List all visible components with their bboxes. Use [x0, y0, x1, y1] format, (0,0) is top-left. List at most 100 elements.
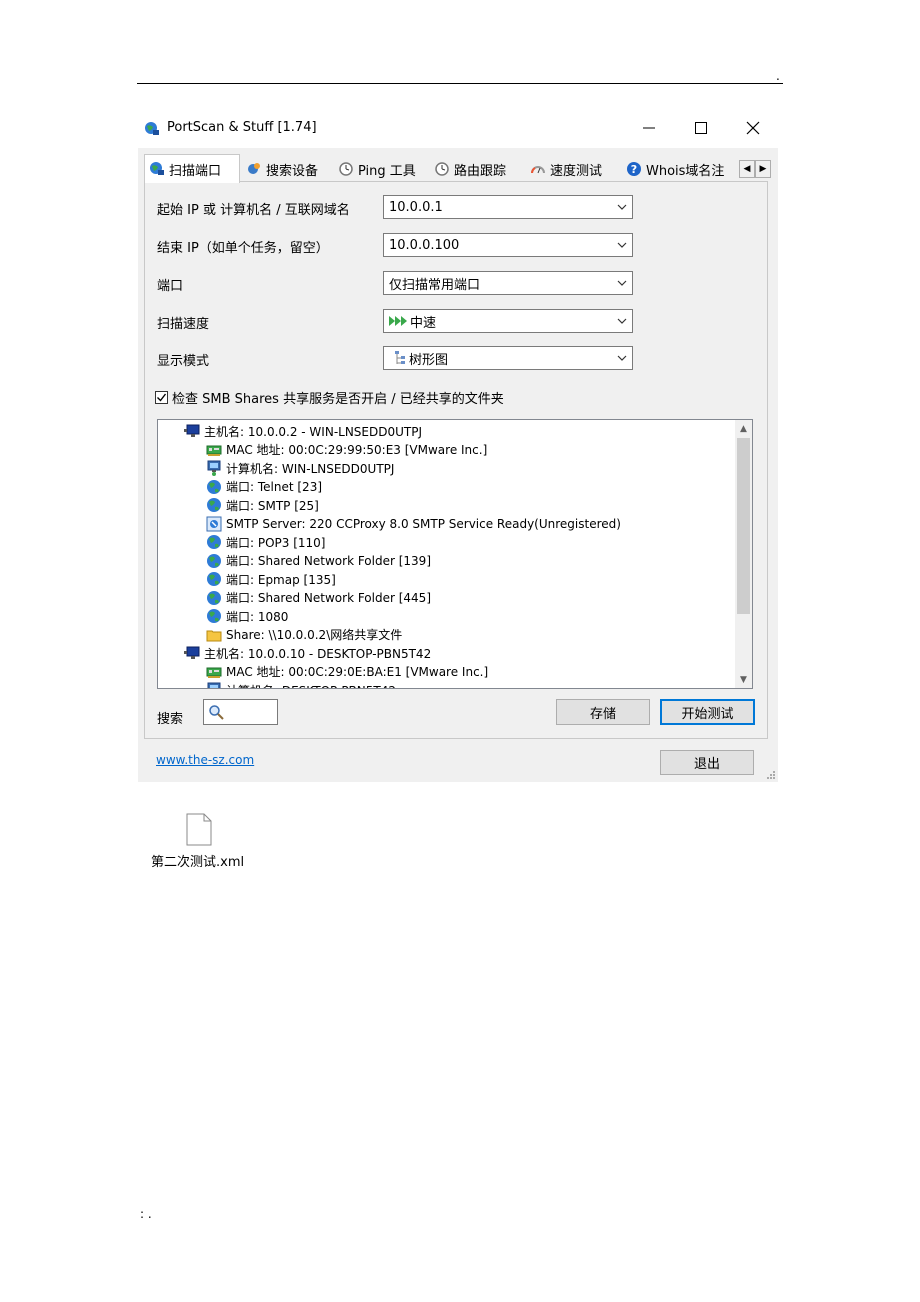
portscan-window: PortScan & Stuff [1.74] 扫描端口 搜索设备 Ping 工… [138, 110, 778, 782]
globe-icon [206, 534, 222, 550]
tree-item[interactable]: 端口: SMTP [25] [206, 496, 319, 514]
tab-label: 路由跟踪 [454, 163, 507, 179]
display-mode-value: 树形图 [409, 352, 449, 368]
tab-label: 速度测试 [550, 163, 603, 179]
chevron-down-icon [612, 309, 632, 333]
page-header-rule [137, 83, 783, 84]
page-footer-dots: : . [140, 1207, 152, 1221]
tree-item[interactable]: 端口: 1080 [206, 607, 288, 625]
tree-item[interactable]: 端口: POP3 [110] [206, 533, 326, 551]
network-globe-icon [150, 162, 164, 175]
tree-view-icon [395, 351, 405, 364]
tree-item-label: 主机名: 10.0.0.2 - WIN-LNSEDD0UTPJ [204, 424, 423, 439]
tab-speed-test[interactable]: 速度测试 [526, 157, 602, 181]
speed-value: 中速 [410, 315, 437, 331]
scroll-down-icon[interactable]: ▼ [735, 671, 752, 688]
tree-item[interactable]: 主机名: 10.0.0.2 - WIN-LNSEDD0UTPJ [184, 422, 422, 440]
end-ip-combo[interactable]: 10.0.0.100 [383, 233, 633, 257]
network-card-icon [206, 664, 222, 680]
tree-item[interactable]: MAC 地址: 00:0C:29:0E:BA:E1 [VMware Inc.] [206, 663, 488, 681]
minimize-button[interactable] [626, 110, 672, 146]
monitor-icon [184, 423, 200, 439]
globe-icon [206, 497, 222, 513]
results-tree[interactable]: 主机名: 10.0.0.2 - WIN-LNSEDD0UTPJ MAC 地址: 0… [157, 419, 753, 689]
scroll-up-icon[interactable]: ▲ [735, 420, 752, 437]
display-mode-combo[interactable]: 树形图 [383, 346, 633, 370]
tab-scroll-right-button[interactable]: ▶ [755, 160, 771, 178]
tree-item-label: 计算机名: WIN-LNSEDD0UTPJ [226, 461, 395, 476]
tab-scan-ports[interactable]: 扫描端口 [144, 154, 240, 183]
port-combo[interactable]: 仅扫描常用端口 [383, 271, 633, 295]
chevron-down-icon [612, 195, 632, 219]
window-title: PortScan & Stuff [1.74] [167, 120, 317, 135]
chevron-down-icon [612, 233, 632, 257]
resize-grip-icon[interactable] [766, 770, 776, 780]
globe-icon [206, 479, 222, 495]
server-info-icon [206, 516, 222, 532]
tree-item[interactable]: SMTP Server: 220 CCProxy 8.0 SMTP Servic… [206, 515, 621, 533]
tree-item[interactable]: 端口: Shared Network Folder [445] [206, 589, 431, 607]
tree-item-label: 计算机名: DESKTOP-PBN5T42 [226, 682, 396, 689]
tree-item-label: MAC 地址: 00:0C:29:99:50:E3 [VMware Inc.] [226, 443, 488, 457]
tree-item[interactable]: 计算机名: WIN-LNSEDD0UTPJ [206, 459, 394, 477]
folder-icon [206, 627, 222, 643]
speed-combo[interactable]: 中速 [383, 309, 633, 333]
smb-check-row[interactable]: 检查 SMB Shares 共享服务是否开启 / 已经共享的文件夹 [155, 388, 504, 407]
globe-icon [206, 553, 222, 569]
start-test-button[interactable]: 开始测试 [660, 699, 755, 725]
trace-route-clock-icon [435, 162, 449, 176]
website-link[interactable]: www.the-sz.com [156, 753, 254, 767]
exit-button[interactable]: 退出 [660, 750, 754, 775]
tree-item-label: 端口: POP3 [110] [226, 535, 326, 550]
tree-item[interactable]: 端口: Shared Network Folder [139] [206, 552, 431, 570]
globe-icon [206, 608, 222, 624]
tab-search-device[interactable]: 搜索设备 [242, 157, 318, 181]
tree-item[interactable]: 计算机名: DESKTOP-PBN5T42 [206, 681, 396, 689]
arrow-left-icon: ◀ [743, 164, 751, 174]
tree-item-label: MAC 地址: 00:0C:29:0E:BA:E1 [VMware Inc.] [226, 665, 489, 679]
tab-label: Whois域名注 [646, 163, 725, 179]
tab-traceroute[interactable]: 路由跟踪 [430, 157, 506, 181]
tree-item[interactable]: Share: \\10.0.0.2\网络共享文件 [206, 626, 402, 644]
file-name-label[interactable]: 第二次测试.xml [151, 851, 244, 870]
tree-item-label: 端口: Epmap [135] [226, 572, 336, 587]
tree-item[interactable]: 主机名: 10.0.0.10 - DESKTOP-PBN5T42 [184, 644, 431, 662]
checkmark-icon [157, 393, 167, 402]
close-button[interactable] [730, 110, 776, 146]
tree-vertical-scrollbar[interactable]: ▲ ▼ [735, 420, 752, 688]
tree-item-label: 主机名: 10.0.0.10 - DESKTOP-PBN5T42 [204, 646, 432, 661]
tab-label: 搜索设备 [266, 163, 319, 179]
tree-item[interactable]: MAC 地址: 00:0C:29:99:50:E3 [VMware Inc.] [206, 441, 487, 459]
computer-network-icon [206, 460, 222, 476]
tab-ping[interactable]: Ping 工具 [334, 157, 416, 181]
start-ip-combo[interactable]: 10.0.0.1 [383, 195, 633, 219]
scan-panel: 起始 IP 或 计算机名 / 互联网域名 10.0.0.1 结束 IP（如单个任… [144, 181, 768, 739]
app-globe-icon [145, 122, 159, 135]
tree-item[interactable]: 端口: Epmap [135] [206, 570, 336, 588]
scrollbar-thumb[interactable] [737, 438, 750, 614]
tree-item-label: 端口: Telnet [23] [226, 480, 323, 494]
tab-bar: 扫描端口 搜索设备 Ping 工具 路由跟踪 速度测试 ? Whois域名注 ◀… [144, 154, 772, 183]
tab-whois[interactable]: ? Whois域名注 [622, 157, 724, 181]
page-header-dot: . [776, 69, 780, 83]
magnifier-icon [209, 705, 224, 720]
save-button[interactable]: 存储 [556, 699, 650, 725]
tab-scroll-left-button[interactable]: ◀ [739, 160, 755, 178]
tree-item-label: 端口: 1080 [226, 609, 289, 624]
tree-item-label: 端口: Shared Network Folder [445] [226, 591, 432, 605]
globe-icon [206, 571, 222, 587]
computer-network-icon [206, 682, 222, 688]
tab-label: 扫描端口 [169, 163, 222, 179]
monitor-icon [184, 645, 200, 661]
tree-item[interactable]: 端口: Telnet [23] [206, 478, 322, 496]
smb-checkbox[interactable] [155, 391, 168, 404]
tree-item-label: 端口: Shared Network Folder [139] [226, 554, 432, 568]
search-input[interactable] [203, 699, 278, 725]
file-icon[interactable] [186, 813, 212, 846]
end-ip-label: 结束 IP（如单个任务，留空） [157, 241, 329, 256]
search-device-icon [248, 163, 260, 174]
tab-label: Ping 工具 [358, 163, 416, 179]
tree-item-label: SMTP Server: 220 CCProxy 8.0 SMTP Servic… [226, 516, 621, 531]
maximize-button[interactable] [678, 110, 724, 146]
chevron-down-icon [612, 271, 632, 295]
